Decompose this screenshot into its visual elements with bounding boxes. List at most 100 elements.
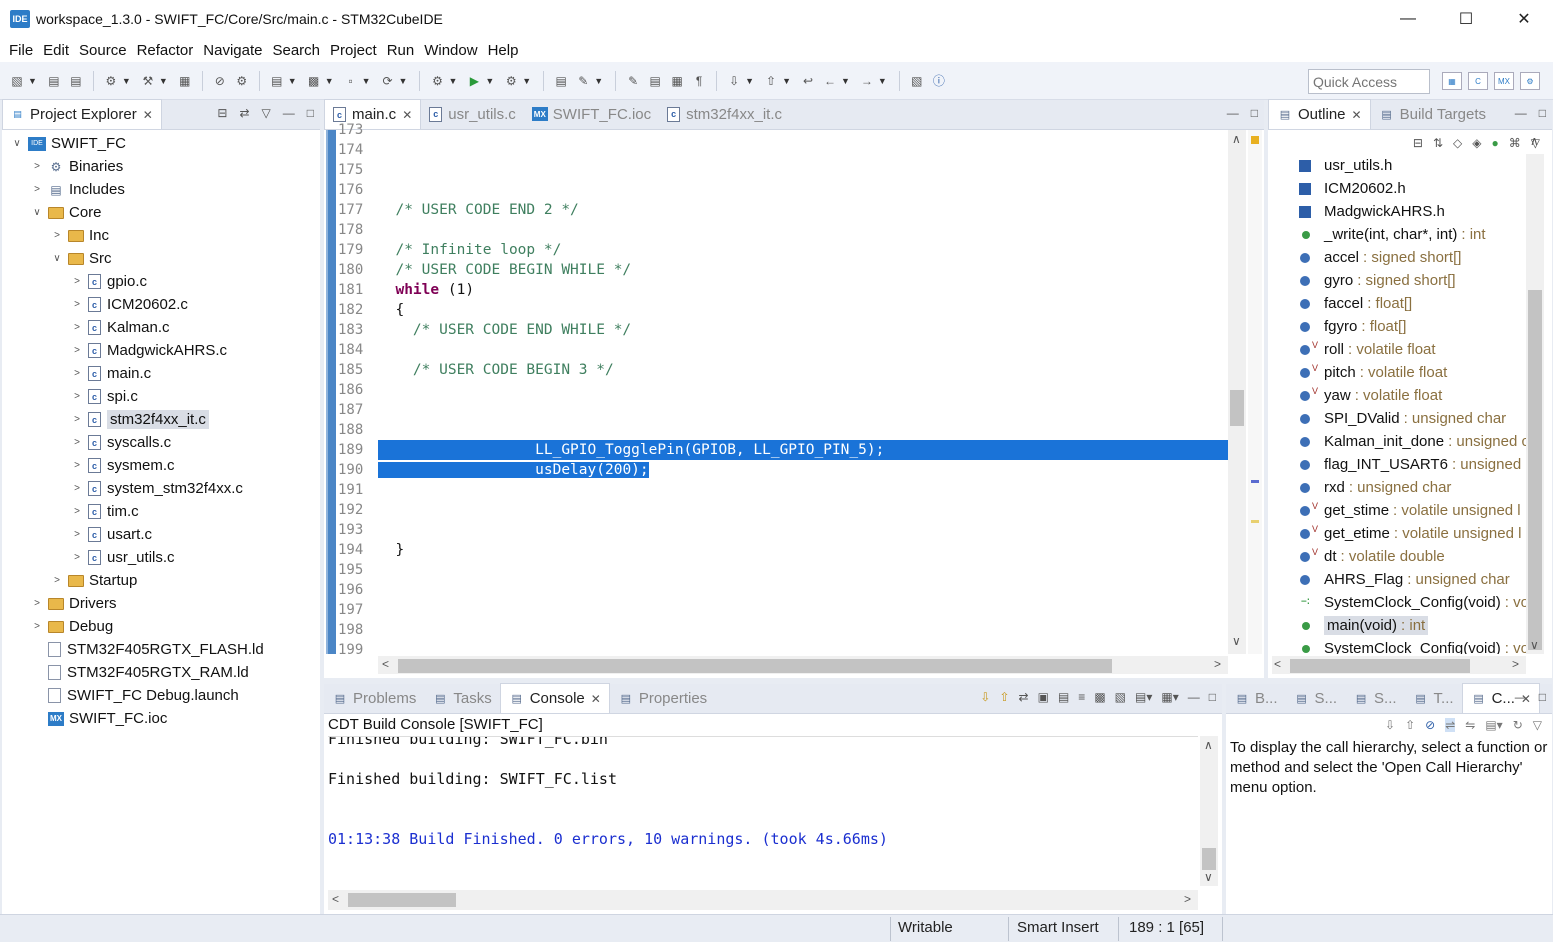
tree-item[interactable]: STM32F405RGTX_FLASH.ld [2, 638, 320, 661]
tab-properties[interactable]: ▤ Properties [610, 683, 715, 713]
dropdown-arrow-icon[interactable]: ▼ [522, 76, 531, 86]
overview-ruler[interactable] [1248, 130, 1262, 654]
toggle-ws-icon[interactable]: ▤ [646, 73, 664, 89]
tab-tasks[interactable]: ▤ Tasks [424, 683, 499, 713]
collapsed-chevron-icon[interactable]: > [70, 552, 84, 563]
code-line[interactable]: usDelay(200); [378, 460, 1228, 480]
maximize-view-icon[interactable]: □ [1209, 690, 1216, 704]
collapsed-chevron-icon[interactable]: > [30, 184, 44, 195]
next-icon[interactable]: ⇩ [1385, 718, 1395, 732]
code-line[interactable] [378, 380, 1228, 400]
outline-item[interactable]: usr_utils.h [1268, 154, 1526, 177]
prev-annotation-icon[interactable]: ⇧ [999, 690, 1009, 704]
code-line[interactable] [378, 480, 1228, 500]
scroll-down-icon[interactable]: ∨ [1232, 634, 1241, 648]
show-callers-icon[interactable]: ⇌ [1445, 718, 1456, 732]
collapsed-chevron-icon[interactable]: > [70, 529, 84, 540]
dropdown-arrow-icon[interactable]: ▼ [288, 76, 297, 86]
dropdown-arrow-icon[interactable]: ▼ [878, 76, 887, 86]
warning-marker[interactable] [1251, 136, 1259, 144]
maximize-view-icon[interactable]: □ [1251, 106, 1258, 120]
display-console-icon[interactable]: ▤▾ [1135, 690, 1152, 704]
manage-configs-icon[interactable]: ⚙ [102, 73, 120, 89]
menu-refactor[interactable]: Refactor [132, 42, 199, 59]
tree-item[interactable]: > c spi.c [2, 385, 320, 408]
tree-item[interactable]: STM32F405RGTX_RAM.ld [2, 661, 320, 684]
link-editor-icon[interactable]: ⇄ [239, 106, 249, 120]
tab-outline[interactable]: ▤ Outline ✕ [1268, 99, 1371, 129]
collapse-all-icon[interactable]: ⊟ [1413, 136, 1423, 150]
close-icon[interactable]: ✕ [1352, 108, 1362, 122]
outline-vertical-scrollbar[interactable]: ∧ ∨ [1526, 134, 1544, 654]
scrollbar-thumb[interactable] [1230, 390, 1244, 426]
save-all-icon[interactable]: ▤ [67, 73, 85, 89]
view-menu-icon[interactable]: ▽ [1533, 718, 1542, 732]
scroll-down-icon[interactable]: ∨ [1204, 870, 1213, 884]
maximize-view-icon[interactable]: □ [1539, 690, 1546, 704]
group-includes-icon[interactable]: ⌘ [1509, 136, 1521, 150]
tree-item[interactable]: > ⚙ Binaries [2, 155, 320, 178]
outline-item[interactable]: ICM20602.h [1268, 177, 1526, 200]
tree-item[interactable]: > Inc [2, 224, 320, 247]
outline-horizontal-scrollbar[interactable]: < > [1272, 656, 1526, 674]
menu-window[interactable]: Window [419, 42, 482, 59]
code-line[interactable] [378, 420, 1228, 440]
dropdown-arrow-icon[interactable]: ▼ [399, 76, 408, 86]
dropdown-arrow-icon[interactable]: ▼ [485, 76, 494, 86]
scrollbar-thumb[interactable] [398, 659, 1112, 673]
tree-item[interactable]: > c gpio.c [2, 270, 320, 293]
new-class-icon[interactable]: ▩ [305, 73, 323, 89]
scroll-lock-icon[interactable]: ⇄ [1019, 690, 1029, 704]
tab-b-[interactable]: ▤ B... [1226, 683, 1286, 713]
menu-run[interactable]: Run [382, 42, 420, 59]
tree-item[interactable]: > c tim.c [2, 500, 320, 523]
tree-item[interactable]: ∨ Src [2, 247, 320, 270]
previous-icon[interactable]: ⇧ [1405, 718, 1415, 732]
scroll-left-icon[interactable]: < [332, 892, 339, 906]
code-line[interactable] [378, 340, 1228, 360]
refresh-icon[interactable]: ↻ [1513, 718, 1523, 732]
tree-item[interactable]: SWIFT_FC Debug.launch [2, 684, 320, 707]
dropdown-arrow-icon[interactable]: ▼ [782, 76, 791, 86]
dropdown-arrow-icon[interactable]: ▼ [28, 76, 37, 86]
tree-item[interactable]: > c main.c [2, 362, 320, 385]
console-vertical-scrollbar[interactable]: ∧ ∨ [1200, 736, 1218, 886]
close-icon[interactable]: ✕ [143, 108, 153, 122]
outline-item[interactable]: Kalman_init_done: unsigned c [1268, 430, 1526, 453]
outline-item[interactable]: Vyaw: volatile float [1268, 384, 1526, 407]
tree-item[interactable]: > c MadgwickAHRS.c [2, 339, 320, 362]
editor-vertical-scrollbar[interactable]: ∧ ∨ [1228, 130, 1246, 654]
open-console-icon[interactable]: ▦▾ [1161, 690, 1178, 704]
outline-item[interactable]: Vpitch: volatile float [1268, 361, 1526, 384]
tree-item[interactable]: > c Kalman.c [2, 316, 320, 339]
show-callees-icon[interactable]: ⇋ [1465, 718, 1475, 732]
tree-item[interactable]: MX SWIFT_FC.ioc [2, 707, 320, 730]
occurrence-marker[interactable] [1251, 520, 1259, 523]
build-icon[interactable]: ⚒ [139, 73, 157, 89]
menu-project[interactable]: Project [325, 42, 382, 59]
minimize-view-icon[interactable]: — [1515, 106, 1527, 120]
dropdown-arrow-icon[interactable]: ▼ [122, 76, 131, 86]
code-line[interactable] [378, 160, 1228, 180]
scroll-right-icon[interactable]: > [1184, 892, 1191, 906]
scroll-right-icon[interactable]: > [1214, 657, 1221, 671]
code-line[interactable]: while (1) [378, 280, 1228, 300]
debug-config-icon[interactable]: ⚙ [233, 73, 251, 89]
occurrence-marker[interactable] [1251, 480, 1259, 483]
collapsed-chevron-icon[interactable]: > [70, 391, 84, 402]
cancel-search-icon[interactable]: ⊘ [1425, 718, 1435, 732]
collapsed-chevron-icon[interactable]: > [30, 161, 44, 172]
outline-item[interactable]: Vget_etime: volatile unsigned l [1268, 522, 1526, 545]
tree-item[interactable]: > ▤ Includes [2, 178, 320, 201]
back-icon[interactable]: ← [821, 73, 839, 89]
collapsed-chevron-icon[interactable]: > [70, 437, 84, 448]
close-button[interactable]: ✕ [1495, 0, 1553, 38]
editor-horizontal-scrollbar[interactable]: < > [378, 656, 1228, 674]
new-project-icon[interactable]: ▤ [268, 73, 286, 89]
collapsed-chevron-icon[interactable]: > [70, 322, 84, 333]
tree-item[interactable]: > Startup [2, 569, 320, 592]
tree-item[interactable]: > c ICM20602.c [2, 293, 320, 316]
code-line[interactable] [378, 220, 1228, 240]
outline-item[interactable]: Vroll: volatile float [1268, 338, 1526, 361]
code-line[interactable]: /* USER CODE END 2 */ [378, 200, 1228, 220]
